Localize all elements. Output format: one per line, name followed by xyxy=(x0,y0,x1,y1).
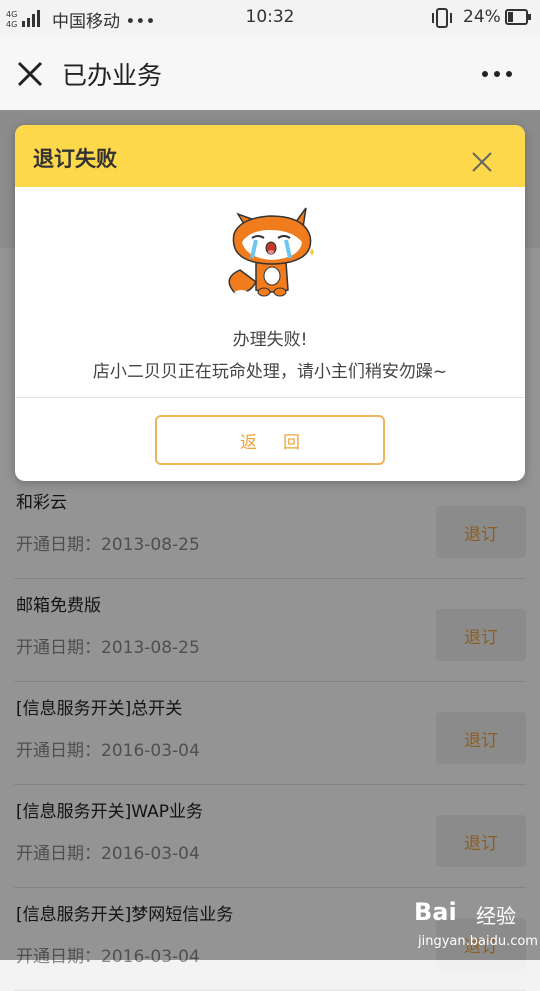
dialog-message-title: 办理失败! xyxy=(232,330,308,350)
dialog-header: 退订失败 xyxy=(15,125,525,187)
dialog-title: 退订失败 xyxy=(33,147,117,171)
baidu-jingyan-watermark: Bai 经验 jingyan.baidu.com xyxy=(412,896,538,954)
clock: 10:32 xyxy=(245,7,295,27)
watermark-logo-suffix: 经验 xyxy=(476,904,516,928)
close-icon[interactable] xyxy=(16,60,44,88)
status-bar: 4G 4G 中国移动 ••• 10:32 24% xyxy=(0,0,540,36)
back-button[interactable]: 返回 xyxy=(155,415,385,465)
title-bar: 已办业务 xyxy=(0,36,540,111)
vibrate-icon xyxy=(432,8,452,28)
page-title: 已办业务 xyxy=(62,61,163,90)
watermark-logo: Bai xyxy=(414,898,457,926)
close-icon[interactable] xyxy=(471,151,493,173)
unsubscribe-failed-dialog: 退订失败 办理失败! 店小二贝贝正在玩命处理，请小主们稍安勿躁~ 返回 xyxy=(15,125,525,481)
crying-fox-mascot-icon xyxy=(228,207,314,297)
battery-percent: 24% xyxy=(463,7,501,27)
dialog-message-detail: 店小二贝贝正在玩命处理，请小主们稍安勿躁~ xyxy=(92,362,448,382)
battery-icon xyxy=(505,9,531,25)
watermark-url: jingyan.baidu.com xyxy=(418,934,538,949)
more-options-icon[interactable] xyxy=(480,64,514,84)
divider xyxy=(15,397,525,398)
